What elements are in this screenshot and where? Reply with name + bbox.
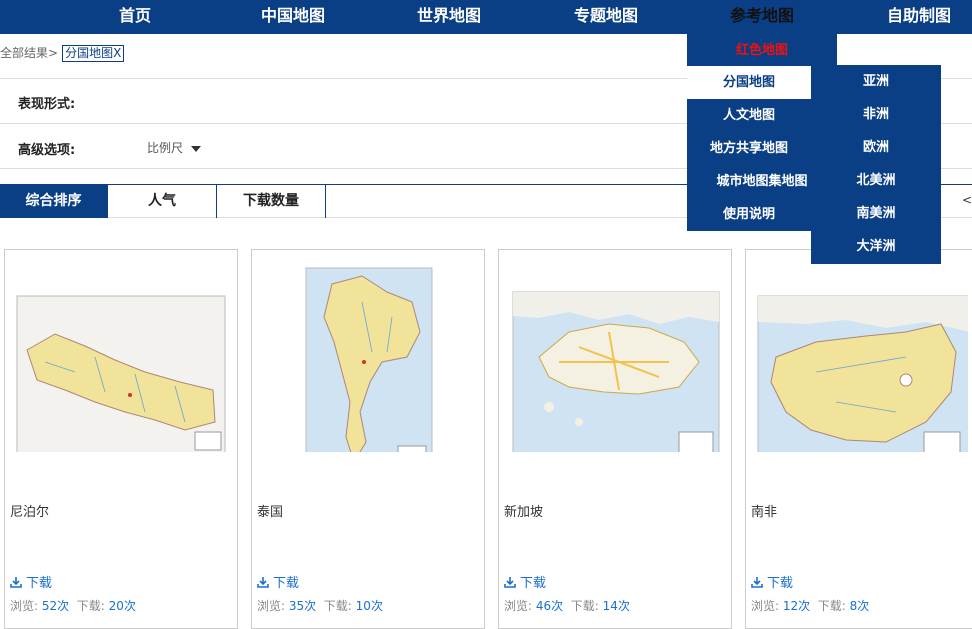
card-stats: 浏览: 46次 下载: 14次 xyxy=(504,597,630,614)
views-count: 35次 xyxy=(288,599,317,613)
card-stats: 浏览: 52次 下载: 20次 xyxy=(10,597,136,614)
nav-world-map[interactable]: 世界地图 xyxy=(401,0,497,34)
nav-china-map[interactable]: 中国地图 xyxy=(245,0,341,34)
scale-select[interactable]: 比例尺 xyxy=(147,139,202,156)
sort-composite[interactable]: 综合排序 xyxy=(0,185,108,218)
submenu-south-america[interactable]: 南美洲 xyxy=(811,197,941,230)
downloads-label: 下载: xyxy=(323,599,352,613)
download-icon xyxy=(10,577,22,588)
menu-item-local-shared-map[interactable]: 地方共享地图 xyxy=(687,132,811,165)
nav-thematic-map[interactable]: 专题地图 xyxy=(558,0,654,34)
views-label: 浏览: xyxy=(751,599,780,613)
download-label: 下载 xyxy=(767,576,794,591)
sort-downloads[interactable]: 下载数量 xyxy=(217,185,326,218)
submenu-africa[interactable]: 非洲 xyxy=(811,98,941,131)
downloads-count: 14次 xyxy=(602,599,630,613)
form-label: 表现形式: xyxy=(18,97,76,112)
submenu-europe[interactable]: 欧洲 xyxy=(811,131,941,164)
downloads-count: 20次 xyxy=(108,599,136,613)
card-stats: 浏览: 12次 下载: 8次 xyxy=(751,597,869,614)
download-link[interactable]: 下载 xyxy=(257,572,299,591)
download-label: 下载 xyxy=(273,576,300,591)
card-title[interactable]: 南非 xyxy=(751,501,777,520)
download-link[interactable]: 下载 xyxy=(504,572,546,591)
views-count: 46次 xyxy=(535,599,564,613)
card-title[interactable]: 尼泊尔 xyxy=(10,501,49,520)
singapore-map-thumbnail[interactable] xyxy=(509,262,721,452)
views-label: 浏览: xyxy=(257,599,286,613)
menu-item-usage-guide[interactable]: 使用说明 xyxy=(687,198,811,231)
downloads-label: 下载: xyxy=(570,599,599,613)
download-icon xyxy=(257,577,269,588)
map-card[interactable]: 新加坡 下载 浏览: 46次 下载: 14次 xyxy=(498,249,732,629)
thailand-map-thumbnail[interactable] xyxy=(262,262,474,452)
top-nav: 首页 中国地图 世界地图 专题地图 参考地图 自助制图 xyxy=(0,0,972,34)
caret-down-icon xyxy=(191,145,202,152)
download-label: 下载 xyxy=(520,576,547,591)
views-count: 52次 xyxy=(41,599,70,613)
download-label: 下载 xyxy=(26,576,53,591)
views-count: 12次 xyxy=(782,599,811,613)
breadcrumb-prefix[interactable]: 全部结果> xyxy=(0,46,58,60)
map-card[interactable]: 南非 下载 浏览: 12次 下载: 8次 xyxy=(745,249,972,629)
breadcrumb: 全部结果> 分国地图X xyxy=(0,44,125,62)
download-icon xyxy=(504,577,516,588)
card-title[interactable]: 新加坡 xyxy=(504,501,543,520)
downloads-count: 8次 xyxy=(849,599,870,613)
download-icon xyxy=(751,577,763,588)
card-title[interactable]: 泰国 xyxy=(257,501,283,520)
continent-submenu: 亚洲 非洲 欧洲 北美洲 南美洲 大洋洲 xyxy=(811,65,941,264)
nav-home[interactable]: 首页 xyxy=(95,0,175,34)
sort-popularity[interactable]: 人气 xyxy=(108,185,217,218)
submenu-asia[interactable]: 亚洲 xyxy=(811,65,941,98)
map-card[interactable]: 泰国 下载 浏览: 35次 下载: 10次 xyxy=(251,249,485,629)
downloads-count: 10次 xyxy=(355,599,383,613)
download-link[interactable]: 下载 xyxy=(10,572,52,591)
nav-self-mapping[interactable]: 自助制图 xyxy=(871,0,967,34)
downloads-label: 下载: xyxy=(76,599,105,613)
nav-reference-map[interactable]: 参考地图 xyxy=(687,0,837,34)
download-link[interactable]: 下载 xyxy=(751,572,793,591)
views-label: 浏览: xyxy=(504,599,533,613)
dropdown-head: 红色地图 xyxy=(687,34,837,66)
menu-item-red-map-label[interactable]: 红色地图 xyxy=(687,34,837,67)
submenu-north-america[interactable]: 北美洲 xyxy=(811,164,941,197)
map-card[interactable]: 尼泊尔 下载 浏览: 52次 下载: 20次 xyxy=(4,249,238,629)
card-stats: 浏览: 35次 下载: 10次 xyxy=(257,597,383,614)
submenu-oceania[interactable]: 大洋洲 xyxy=(811,230,941,263)
nepal-map-thumbnail[interactable] xyxy=(15,262,227,452)
scale-label: 比例尺 xyxy=(147,141,184,155)
filter-tag[interactable]: 分国地图X xyxy=(62,45,125,62)
prev-page-button[interactable]: < xyxy=(962,193,972,207)
south-africa-map-thumbnail[interactable] xyxy=(756,262,968,452)
menu-item-humanities-map[interactable]: 人文地图 xyxy=(687,99,811,132)
downloads-label: 下载: xyxy=(817,599,846,613)
views-label: 浏览: xyxy=(10,599,39,613)
advanced-label: 高级选项: xyxy=(18,143,76,158)
menu-item-country-map[interactable]: 分国地图 xyxy=(687,66,811,99)
